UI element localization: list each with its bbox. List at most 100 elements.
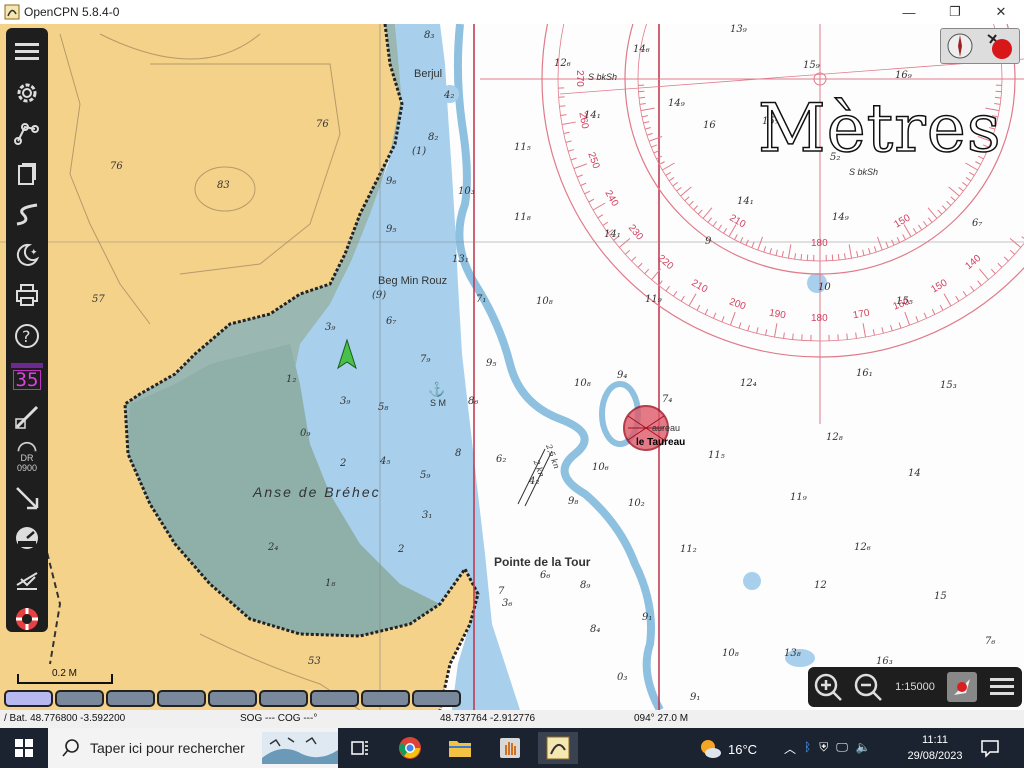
file-explorer-button[interactable]: [440, 732, 480, 764]
menu-button[interactable]: [6, 32, 48, 73]
depth-sounding: 7₉: [420, 354, 431, 365]
depth-sounding: 10₈: [722, 648, 739, 659]
opencpn-app: OpenCPN 5.8.4-0 — ❐ ✕ ⚓ Berjul Beg Min R…: [0, 0, 1024, 768]
zoom-out-button[interactable]: [848, 667, 888, 707]
dead-reckoning-button[interactable]: DR 0900: [6, 437, 48, 478]
zoom-in-button[interactable]: [808, 667, 848, 707]
depth-sounding: 9₈: [568, 496, 579, 507]
status-position: / Bat. 48.776800 -3.592200: [4, 713, 126, 724]
layer-number: 35: [12, 369, 42, 390]
chart-bar-key[interactable]: [4, 690, 53, 707]
search-icon: [62, 739, 79, 757]
route-icon: [14, 123, 39, 146]
chart-bar-key[interactable]: [310, 690, 359, 707]
depth-sounding: 8₄: [590, 624, 601, 635]
help-button[interactable]: ?: [6, 316, 48, 357]
app-taskbar-button[interactable]: [490, 732, 530, 764]
bluetooth-icon[interactable]: ᛒ: [804, 740, 811, 757]
close-button[interactable]: ✕: [978, 0, 1024, 24]
route-button[interactable]: [6, 113, 48, 154]
depth-sounding: 3₉: [325, 322, 336, 333]
label-sm: S M: [430, 398, 447, 408]
chrome-taskbar-button[interactable]: [390, 732, 430, 764]
settings-button[interactable]: [6, 73, 48, 114]
hamburger-icon: [15, 43, 39, 61]
weather-widget[interactable]: 16°C: [698, 738, 757, 760]
chart-bar-key[interactable]: [361, 690, 410, 707]
notifications-button[interactable]: [980, 738, 1000, 763]
depth-sounding: 8₂: [428, 132, 439, 143]
label-berjul: Berjul: [414, 68, 443, 80]
taskbar-clock[interactable]: 11:11 29/08/2023: [900, 732, 970, 764]
light-mark: (1): [412, 146, 427, 157]
zoom-out-icon: [854, 673, 882, 701]
chart-bar-key[interactable]: [106, 690, 155, 707]
minimize-button[interactable]: —: [886, 0, 932, 24]
label-anse-de-brehec: Anse de Bréhec: [253, 484, 381, 500]
measure-button[interactable]: [6, 478, 48, 519]
maximize-button[interactable]: ❐: [932, 0, 978, 24]
depth-sounding: 12₄: [740, 378, 757, 389]
chrome-icon: [399, 737, 421, 759]
depth-sounding: 16₉: [895, 70, 912, 81]
anchor-watch-button[interactable]: [6, 559, 48, 600]
shield-icon[interactable]: ⛨: [819, 740, 828, 757]
chart-bar: [4, 690, 461, 708]
task-view-button[interactable]: [340, 732, 380, 764]
chart-bar-key[interactable]: [157, 690, 206, 707]
depth-sounding: 14₉: [668, 98, 685, 109]
chart-bar-key[interactable]: [259, 690, 308, 707]
network-icon[interactable]: 🖵: [836, 740, 848, 757]
depth-sounding: 15₅: [896, 296, 913, 307]
start-button[interactable]: [0, 728, 48, 768]
waypoint-edit-button[interactable]: [6, 397, 48, 438]
depth-sounding: 7₁: [476, 294, 487, 305]
depth-sounding: 10: [818, 282, 831, 293]
left-toolbar: ✦ ? 35 DR 0900: [6, 28, 48, 632]
depth-sounding: 3₆: [502, 598, 513, 609]
depth-sounding: 6₂: [496, 454, 507, 465]
label-pointe-de-la-tour: Pointe de la Tour: [494, 555, 591, 569]
chart-canvas[interactable]: ⚓ Berjul Beg Min Rouz Anse de Bréhec Poi…: [0, 24, 1024, 710]
route-manager-button[interactable]: [6, 154, 48, 195]
depth-sounding: 15: [934, 591, 947, 602]
layer-button[interactable]: 35: [6, 356, 48, 397]
depth-sounding: 12₈: [826, 432, 843, 443]
depth-sounding: 16₃: [876, 656, 893, 667]
chevron-up-icon[interactable]: ︿: [784, 740, 796, 757]
height-label: 76: [110, 161, 123, 172]
ship-follow-icon: [947, 672, 977, 702]
chart-bar-key[interactable]: [412, 690, 461, 707]
window-title: OpenCPN 5.8.4-0: [24, 5, 120, 19]
depth-sounding: 9₆: [386, 176, 397, 187]
depth-sounding: 11₉: [645, 294, 662, 305]
label-beg-min-rouz: Beg Min Rouz: [378, 275, 448, 287]
title-bar: OpenCPN 5.8.4-0 — ❐ ✕: [0, 0, 1024, 24]
dr-time: 0900: [16, 463, 38, 474]
depth-sounding: 6₇: [386, 316, 397, 327]
chart-bar-key[interactable]: [208, 690, 257, 707]
compass-widget[interactable]: [940, 28, 1020, 64]
tides-currents-button[interactable]: ✦: [6, 235, 48, 276]
depth-sounding: 13₈: [784, 648, 801, 659]
dashboard-button[interactable]: [6, 518, 48, 559]
print-button[interactable]: [6, 275, 48, 316]
opencpn-taskbar-button[interactable]: [538, 732, 578, 764]
tracks-button[interactable]: [6, 194, 48, 235]
depth-sounding: 3₁: [422, 510, 433, 521]
printer-icon: [16, 284, 38, 307]
volume-icon[interactable]: 🔈: [856, 740, 871, 757]
depth-sounding: 2: [340, 458, 347, 469]
chart-bar-key[interactable]: [55, 690, 104, 707]
follow-ship-button[interactable]: [942, 667, 982, 707]
depth-sounding: 9₁: [690, 692, 701, 703]
label-taureau-partial: aureau: [652, 423, 681, 433]
folder-icon: [449, 741, 471, 757]
depth-sounding: 3₉: [340, 396, 351, 407]
notification-icon: [981, 740, 999, 758]
track-icon: [16, 203, 38, 226]
svg-text:⚓: ⚓: [428, 381, 445, 398]
main-menu-button[interactable]: [982, 667, 1022, 707]
mob-button[interactable]: [6, 599, 48, 640]
taskbar-search[interactable]: Taper ici pour rechercher: [48, 728, 338, 768]
